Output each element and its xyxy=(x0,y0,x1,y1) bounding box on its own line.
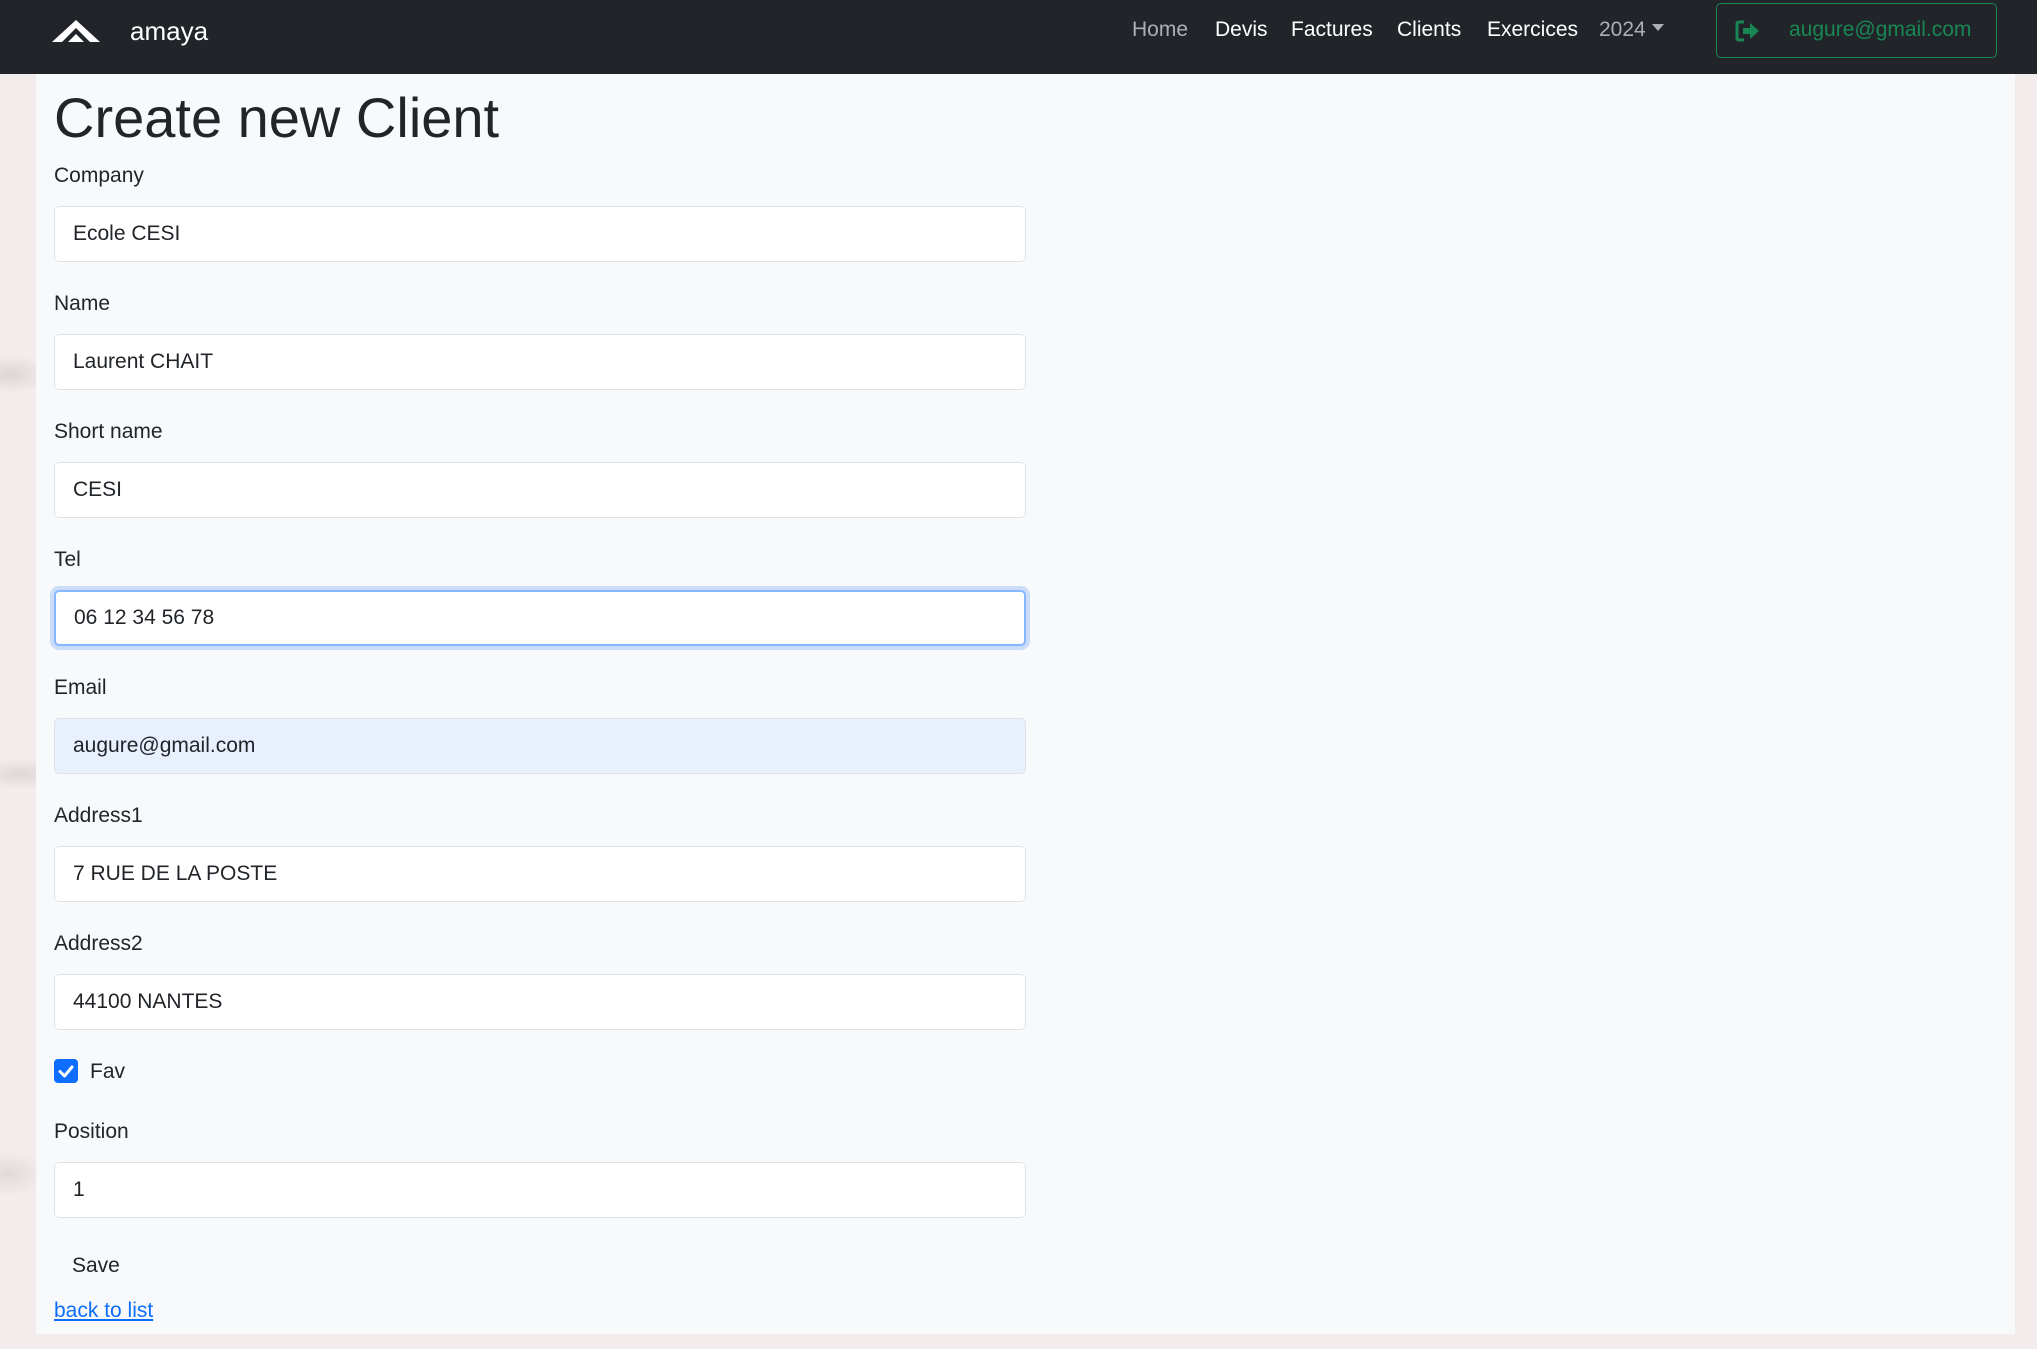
save-button[interactable]: Save xyxy=(72,1254,120,1278)
short-name-label: Short name xyxy=(54,420,163,443)
main-content: Create new Client Company Name Short nam… xyxy=(36,74,2015,1334)
top-navbar: amaya Home Devis Factures Clients Exerci… xyxy=(0,0,2037,74)
year-dropdown-label: 2024 xyxy=(1599,18,1646,41)
name-field[interactable] xyxy=(54,334,1026,390)
name-label: Name xyxy=(54,292,111,315)
fav-checkbox[interactable] xyxy=(54,1059,78,1083)
user-logout-button[interactable]: augure@gmail.com xyxy=(1716,3,1997,58)
checkmark-icon xyxy=(58,1065,74,1078)
address1-label: Address1 xyxy=(54,804,143,827)
brand[interactable]: amaya xyxy=(52,16,208,46)
nav-devis[interactable]: Devis xyxy=(1215,18,1268,42)
tel-field[interactable] xyxy=(54,590,1026,646)
address1-field[interactable] xyxy=(54,846,1026,902)
position-label: Position xyxy=(54,1120,129,1143)
nav-factures[interactable]: Factures xyxy=(1291,18,1373,42)
company-field[interactable] xyxy=(54,206,1026,262)
chevron-down-icon xyxy=(1651,23,1664,31)
tel-label: Tel xyxy=(54,548,81,571)
address2-field[interactable] xyxy=(54,974,1026,1030)
company-label: Company xyxy=(54,164,144,187)
email-field[interactable] xyxy=(54,718,1026,774)
nav-home[interactable]: Home xyxy=(1132,18,1188,42)
fav-label: Fav xyxy=(90,1060,126,1083)
nav-exercices[interactable]: Exercices xyxy=(1487,18,1578,42)
position-field[interactable] xyxy=(54,1162,1026,1218)
back-to-list-link[interactable]: back to list xyxy=(54,1299,153,1323)
short-name-field[interactable] xyxy=(54,462,1026,518)
brand-name: amaya xyxy=(130,16,209,46)
nav-clients[interactable]: Clients xyxy=(1397,18,1461,42)
logo-icon xyxy=(52,20,100,42)
year-dropdown[interactable]: 2024 xyxy=(1599,18,1664,42)
email-label: Email xyxy=(54,676,107,699)
address2-label: Address2 xyxy=(54,932,143,955)
user-email: augure@gmail.com xyxy=(1789,18,1972,41)
sign-out-icon xyxy=(1735,20,1759,42)
page-title: Create new Client xyxy=(54,86,500,149)
